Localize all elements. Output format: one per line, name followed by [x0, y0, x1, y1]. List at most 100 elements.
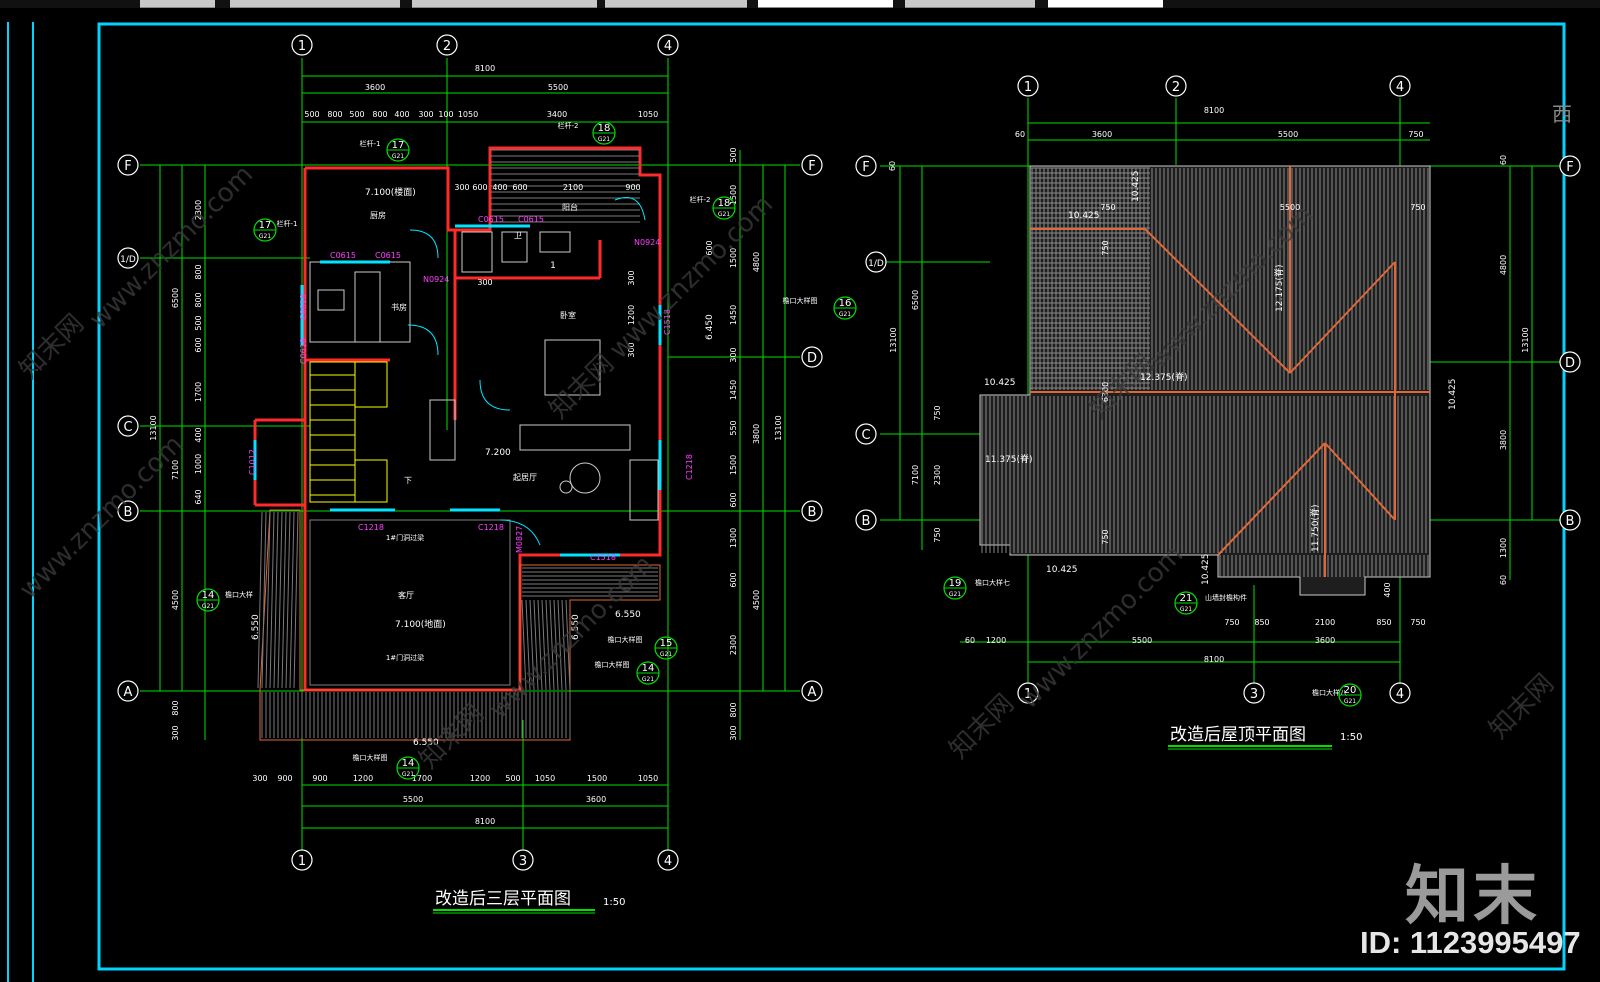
dimension-text: 750: [933, 527, 942, 542]
dimension-text: 300: [729, 725, 738, 740]
level-label: 10.425: [1046, 565, 1078, 575]
dimension-text: 13100: [774, 415, 783, 440]
detail-callout: 14G21: [396, 756, 420, 780]
dimension-text: 1500: [587, 774, 607, 783]
dimension-text: 2300: [729, 635, 738, 655]
dimension-text: 6500: [911, 290, 920, 310]
dimension-text: 1050: [638, 774, 658, 783]
dimension-text: 3600: [1092, 130, 1112, 139]
dimension-text: 900: [625, 183, 640, 192]
cad-drawing-canvas[interactable]: 1 2 4 1 3 4 F 1/D C B A F D B A 8100 360…: [0, 0, 1600, 982]
dimension-text: 400: [1383, 582, 1392, 597]
watermark-id: ID: 1123995497: [1360, 925, 1581, 960]
axis-label: F: [1566, 160, 1573, 175]
detail-callout: 18G21: [592, 121, 616, 145]
dimension-text: 800: [171, 700, 180, 715]
dimension-text: 13100: [1521, 327, 1530, 352]
side-label: 西: [1552, 102, 1572, 126]
window-tag: C0615: [375, 251, 401, 260]
window-tag: C0615: [478, 215, 504, 224]
dimension-text: 400: [492, 183, 507, 192]
dimension-text: 5500: [1132, 636, 1152, 645]
svg-text:14: 14: [402, 758, 415, 769]
detail-callout: 15G21: [654, 636, 678, 660]
dimension-text: 1500: [729, 455, 738, 475]
dimension-text: 600: [512, 183, 527, 192]
dimension-text: 100: [438, 110, 453, 119]
axis-label: F: [124, 159, 131, 174]
dimension-text: 750: [1410, 618, 1425, 627]
dimension-text: 550: [729, 420, 738, 435]
dimension-text: 500: [729, 147, 738, 162]
drawing-title: 改造后三层平面图: [435, 889, 571, 909]
svg-text:G21: G21: [660, 651, 672, 658]
dimension-text: 13100: [149, 415, 158, 440]
room-label: 卫: [514, 231, 522, 240]
dimension-text: 4800: [1499, 255, 1508, 275]
svg-text:17: 17: [392, 140, 405, 151]
third-floor-plan: 1 2 4 1 3 4 F 1/D C B A F D B A 8100 360…: [117, 34, 857, 914]
svg-text:G21: G21: [839, 311, 851, 318]
detail-callout: 14G21: [196, 588, 220, 612]
watermark-text: 知末网: [14, 309, 90, 385]
level-label: 10.425: [1131, 171, 1141, 203]
dimension-text: 300: [729, 347, 738, 362]
dimension-text: 4500: [171, 590, 180, 610]
dimension-text: 600: [729, 492, 738, 507]
svg-text:16: 16: [839, 298, 852, 309]
room-label: 阳台: [562, 202, 578, 212]
dimension-text: 1200: [353, 774, 373, 783]
note-text: 1#门洞过梁: [386, 533, 424, 542]
watermark-logo: 知末: [1405, 860, 1541, 934]
dimension-text: 600: [194, 337, 203, 352]
level-label: 10.425: [1448, 379, 1458, 411]
dimension-text: 1700: [194, 382, 203, 402]
note-text: 檐口大样图: [608, 635, 643, 644]
dimension-text: 300: [454, 183, 469, 192]
dimension-text: 300: [171, 725, 180, 740]
window-tag: C0615: [330, 251, 356, 260]
svg-text:G21: G21: [949, 591, 961, 598]
axis-label: F: [808, 159, 815, 174]
dimension-text: 750: [1224, 618, 1239, 627]
dimension-text: 3800: [752, 424, 761, 444]
door-tag: N0924: [423, 275, 449, 284]
window-tag: C0618: [299, 338, 308, 364]
axis-label: D: [807, 351, 817, 366]
dimension-text: 640: [194, 489, 203, 504]
room-label: 起居厅: [513, 473, 537, 482]
dimension-text: 2100: [1315, 618, 1335, 627]
window-tag: C1218: [685, 454, 694, 480]
detail-callout: 21G21: [1174, 591, 1198, 615]
note-text: 栏杆-2: [690, 195, 711, 204]
axis-label: B: [862, 514, 871, 529]
axis-label: C: [123, 420, 132, 435]
dimension-text: 900: [312, 774, 327, 783]
dimension-text: 1050: [638, 110, 658, 119]
dimension-text: 1300: [1499, 538, 1508, 558]
drawing-title: 改造后屋顶平面图: [1170, 725, 1306, 745]
detail-callout: 14G21: [636, 661, 660, 685]
room-label: 书房: [391, 302, 407, 312]
dimension-text: 5500: [403, 795, 423, 804]
dimension-text: 3600: [365, 83, 385, 92]
dimension-text: 800: [327, 110, 342, 119]
axis-label: 2: [1172, 80, 1180, 95]
dimension-text: 8100: [475, 64, 495, 73]
note-text: 檐口大样: [225, 590, 253, 599]
dimension-text: 8100: [475, 817, 495, 826]
dimension-text: 750: [933, 405, 942, 420]
dimension-text: 300: [418, 110, 433, 119]
level-label: 11.750(脊): [1309, 504, 1321, 552]
level-label: 7.200: [485, 448, 511, 458]
axis-label: 4: [1396, 687, 1404, 702]
dimension-text: 2100: [563, 183, 583, 192]
axis-label: D: [1565, 356, 1575, 371]
note-text: 栏杆-2: [558, 121, 579, 130]
dimension-text: 500: [505, 774, 520, 783]
level-label: 6.550: [615, 610, 641, 620]
dimension-text: 600: [729, 572, 738, 587]
dimension-text: 1050: [535, 774, 555, 783]
watermark-text: www.znzmo.com: [1014, 540, 1189, 715]
room-label: 客厅: [398, 590, 414, 600]
